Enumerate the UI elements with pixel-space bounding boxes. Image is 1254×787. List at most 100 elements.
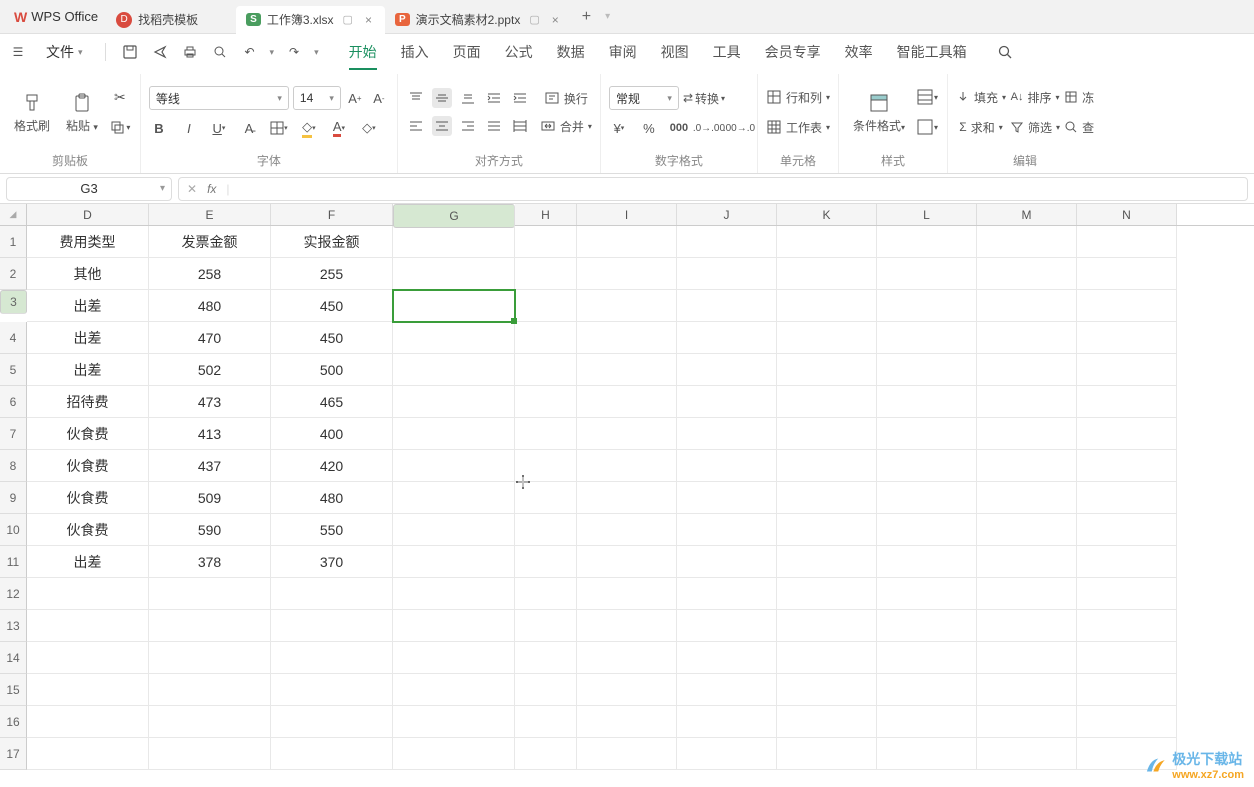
font-color-icon[interactable]: A▾ — [329, 118, 349, 138]
row-header[interactable]: 8 — [0, 450, 27, 482]
cell[interactable] — [577, 514, 677, 546]
row-header[interactable]: 5 — [0, 354, 27, 386]
cell[interactable] — [27, 706, 149, 738]
copy-icon[interactable]: ▾ — [108, 115, 132, 139]
number-format-select[interactable]: 常规▾ — [609, 86, 679, 110]
cell[interactable] — [677, 386, 777, 418]
cell[interactable] — [515, 482, 577, 514]
cell[interactable] — [677, 290, 777, 322]
cell[interactable] — [977, 354, 1077, 386]
cell[interactable] — [393, 482, 515, 514]
cell[interactable] — [977, 514, 1077, 546]
align-top-icon[interactable] — [406, 88, 426, 108]
undo-icon[interactable]: ↶ — [240, 42, 260, 62]
cell[interactable] — [577, 706, 677, 738]
tab-workbook[interactable]: S 工作簿3.xlsx ▢ × — [236, 6, 385, 34]
cell[interactable] — [515, 386, 577, 418]
decrease-indent-icon[interactable] — [484, 88, 504, 108]
cell[interactable]: 502 — [149, 354, 271, 386]
thousands-icon[interactable]: 000 — [669, 118, 689, 138]
cell[interactable] — [1077, 578, 1177, 610]
cell[interactable] — [515, 322, 577, 354]
cell[interactable] — [677, 706, 777, 738]
border-icon[interactable]: ▾ — [269, 118, 289, 138]
cell[interactable] — [1077, 258, 1177, 290]
table-format-icon[interactable]: ▾ — [915, 85, 939, 109]
cell[interactable] — [577, 322, 677, 354]
cell[interactable] — [1077, 418, 1177, 450]
cell[interactable] — [877, 642, 977, 674]
currency-icon[interactable]: ¥▾ — [609, 118, 629, 138]
cell[interactable] — [977, 226, 1077, 258]
cell[interactable] — [577, 354, 677, 386]
row-header[interactable]: 7 — [0, 418, 27, 450]
row-header[interactable]: 3 — [0, 290, 27, 314]
cell[interactable] — [577, 418, 677, 450]
cell[interactable] — [677, 258, 777, 290]
cell[interactable] — [1077, 674, 1177, 706]
column-header[interactable]: H — [515, 204, 577, 225]
cell[interactable] — [777, 258, 877, 290]
cell[interactable] — [577, 290, 677, 322]
cell[interactable] — [877, 514, 977, 546]
align-right-icon[interactable] — [458, 116, 478, 136]
cell[interactable] — [393, 738, 515, 770]
cell[interactable] — [877, 674, 977, 706]
cell[interactable] — [27, 578, 149, 610]
cell[interactable] — [515, 706, 577, 738]
menu-formula[interactable]: 公式 — [493, 34, 545, 70]
cell[interactable]: 450 — [271, 290, 393, 322]
cell[interactable] — [515, 578, 577, 610]
cell[interactable] — [777, 514, 877, 546]
cell[interactable] — [777, 226, 877, 258]
cell[interactable] — [977, 418, 1077, 450]
cell[interactable] — [1077, 354, 1177, 386]
cancel-icon[interactable]: ✕ — [187, 182, 197, 196]
cell[interactable] — [393, 290, 515, 322]
cell[interactable] — [677, 226, 777, 258]
row-header[interactable]: 16 — [0, 706, 27, 738]
cell[interactable] — [149, 706, 271, 738]
row-header[interactable]: 1 — [0, 226, 27, 258]
cell[interactable] — [877, 610, 977, 642]
cell[interactable] — [777, 642, 877, 674]
cell[interactable] — [977, 482, 1077, 514]
cell[interactable] — [393, 386, 515, 418]
cell[interactable] — [393, 674, 515, 706]
cell[interactable] — [393, 642, 515, 674]
menu-review[interactable]: 审阅 — [597, 34, 649, 70]
column-header[interactable]: G — [393, 204, 515, 228]
fx-icon[interactable]: fx — [207, 182, 216, 196]
cell[interactable] — [777, 354, 877, 386]
tab-menu-icon[interactable]: ▾ — [605, 11, 610, 22]
cell[interactable] — [393, 226, 515, 258]
cell[interactable] — [777, 418, 877, 450]
conditional-format-button[interactable]: 条件格式▾ — [847, 87, 911, 138]
cell[interactable]: 550 — [271, 514, 393, 546]
cell[interactable]: 招待费 — [27, 386, 149, 418]
cell[interactable]: 发票金额 — [149, 226, 271, 258]
cell[interactable] — [677, 642, 777, 674]
strikethrough-icon[interactable]: A̵ — [239, 118, 259, 138]
row-header[interactable]: 2 — [0, 258, 27, 290]
menu-insert[interactable]: 插入 — [389, 34, 441, 70]
column-header[interactable]: D — [27, 204, 149, 225]
search-icon[interactable] — [995, 42, 1015, 62]
cell[interactable] — [1077, 450, 1177, 482]
cell[interactable]: 出差 — [27, 546, 149, 578]
cell[interactable] — [677, 674, 777, 706]
cell[interactable] — [149, 738, 271, 770]
format-painter-button[interactable]: 格式刷 — [8, 87, 56, 138]
tab-maximize-icon[interactable]: ▢ — [526, 13, 542, 26]
cell[interactable] — [877, 738, 977, 770]
cell[interactable] — [777, 450, 877, 482]
cell[interactable] — [271, 578, 393, 610]
cell[interactable] — [149, 610, 271, 642]
cell[interactable]: 465 — [271, 386, 393, 418]
cell-style-icon[interactable]: ▾ — [915, 115, 939, 139]
cell[interactable] — [577, 386, 677, 418]
undo-dropdown-icon[interactable]: ▾ — [270, 47, 275, 58]
tab-presentation[interactable]: P 演示文稿素材2.pptx ▢ × — [385, 6, 572, 34]
cell[interactable] — [777, 738, 877, 770]
cell[interactable] — [577, 482, 677, 514]
